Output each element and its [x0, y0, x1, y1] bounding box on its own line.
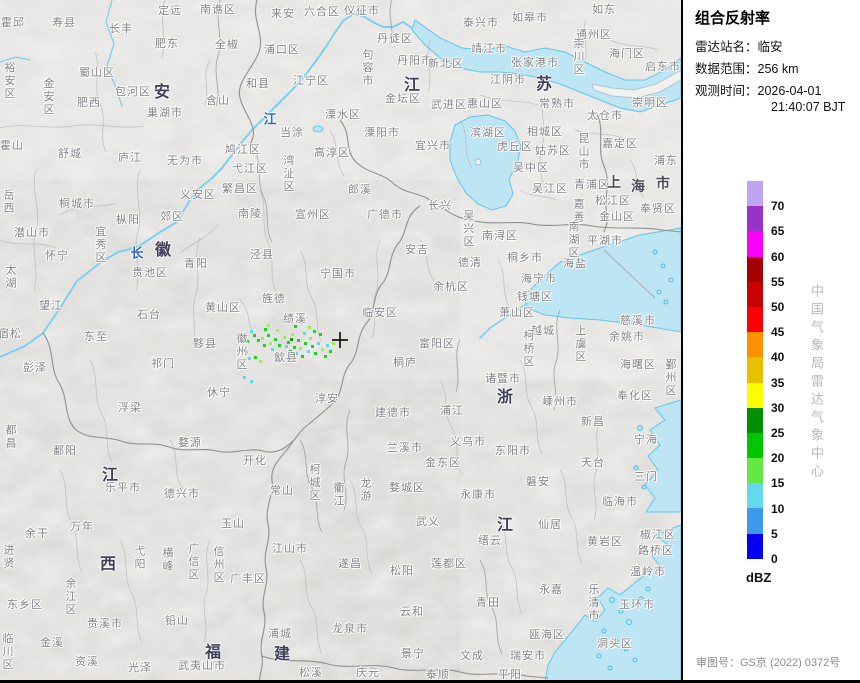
legend-panel: 组合反射率 雷达站名：临安 数据范围：256 km 观测时间：2026-04-0…: [681, 0, 860, 683]
colorbar-tick-label: 60: [771, 250, 784, 264]
colorbar-segment: [747, 534, 763, 559]
product-title: 组合反射率: [695, 7, 770, 28]
colorbar-tick-label: 5: [771, 527, 778, 541]
cma-watermark: 中国气象局雷达气象中心: [807, 284, 826, 494]
colorbar-segment: [747, 458, 763, 483]
shijiu-lake: [313, 126, 323, 132]
radar-map[interactable]: 霍邱寿县定远南谯区来安六合区仪征市长丰肥东全椒裕安区金安区蜀山区包河区肥西巢湖市…: [0, 0, 681, 683]
colorbar-tick-label: 40: [771, 350, 784, 364]
colorbar-tick-label: 65: [771, 224, 784, 238]
colorbar-segment: [747, 408, 763, 433]
colorbar-tick-label: 30: [771, 401, 784, 415]
observation-time: 观测时间：2026-04-01: [695, 80, 821, 99]
colorbar-segment: [747, 181, 763, 206]
colorbar-tick-label: 15: [771, 476, 784, 490]
dbz-unit-label: dBZ: [746, 570, 771, 585]
colorbar-tick-label: 10: [771, 502, 784, 516]
colorbar-segment: [747, 307, 763, 332]
colorbar-segment: [747, 508, 763, 533]
observation-time-label: 观测时间：: [695, 84, 758, 98]
dbz-colorbar: [747, 181, 763, 559]
colorbar-tick-label: 20: [771, 451, 784, 465]
colorbar-segment: [747, 206, 763, 231]
colorbar-tick-label: 50: [771, 300, 784, 314]
station-name: 雷达站名：临安: [695, 36, 783, 55]
colorbar-tick-label: 35: [771, 376, 784, 390]
observation-date: 2026-04-01: [758, 84, 822, 98]
colorbar-segment: [747, 383, 763, 408]
data-range: 数据范围：256 km: [695, 58, 799, 77]
colorbar-tick-label: 70: [771, 199, 784, 213]
observation-clock: 21:40:07 BJT: [771, 100, 845, 114]
colorbar-segment: [747, 257, 763, 282]
colorbar-segment: [747, 483, 763, 508]
colorbar-segment: [747, 433, 763, 458]
radar-app-window: 霍邱寿县定远南谯区来安六合区仪征市长丰肥东全椒裕安区金安区蜀山区包河区肥西巢湖市…: [0, 0, 860, 683]
colorbar-tick-label: 0: [771, 552, 778, 566]
colorbar-segment: [747, 332, 763, 357]
colorbar-segment: [747, 231, 763, 256]
colorbar-tick-label: 55: [771, 275, 784, 289]
colorbar-segment: [747, 282, 763, 307]
colorbar-segment: [747, 357, 763, 382]
map-geography: [0, 0, 681, 683]
colorbar-tick-label: 25: [771, 426, 784, 440]
map-approval-number: 审图号：GS京 (2022) 0372号: [696, 654, 840, 670]
colorbar-tick-label: 45: [771, 325, 784, 339]
